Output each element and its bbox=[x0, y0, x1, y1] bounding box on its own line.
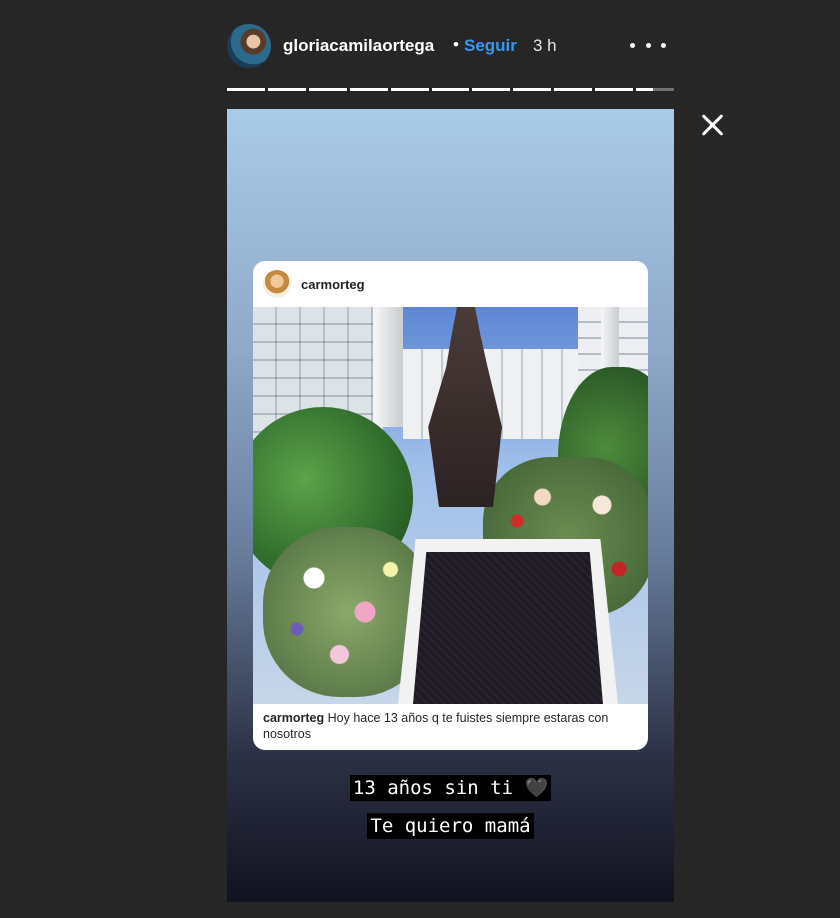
progress-segment bbox=[267, 88, 306, 91]
shared-post-avatar[interactable] bbox=[263, 270, 291, 298]
story-progress-bar bbox=[227, 88, 674, 91]
story-frame[interactable]: carmorteg carmorteg Hoy hace 13 años q t… bbox=[227, 109, 674, 902]
shared-post-photo bbox=[253, 307, 648, 704]
progress-segment bbox=[349, 88, 388, 91]
progress-segment bbox=[513, 88, 552, 91]
progress-segment bbox=[308, 88, 347, 91]
post-time: 3 h bbox=[533, 36, 557, 55]
progress-segment bbox=[554, 88, 593, 91]
text-sticker-2: Te quiero mamá bbox=[227, 813, 674, 839]
progress-segment-current bbox=[636, 88, 674, 91]
shared-post-username[interactable]: carmorteg bbox=[301, 277, 365, 292]
progress-segment bbox=[472, 88, 511, 91]
shared-post-header: carmorteg bbox=[253, 261, 648, 307]
caption-username: carmorteg bbox=[263, 711, 325, 725]
progress-segment bbox=[595, 88, 634, 91]
separator-dot: • bbox=[453, 35, 459, 54]
shared-post-card[interactable]: carmorteg carmorteg Hoy hace 13 años q t… bbox=[253, 261, 648, 750]
shared-post-caption: carmorteg Hoy hace 13 años q te fuistes … bbox=[263, 710, 638, 742]
profile-username[interactable]: gloriacamilaortega bbox=[283, 36, 434, 56]
profile-avatar[interactable] bbox=[227, 24, 271, 68]
progress-segment bbox=[390, 88, 429, 91]
follow-button[interactable]: Seguir bbox=[464, 36, 517, 56]
close-icon[interactable] bbox=[699, 111, 727, 139]
progress-segment bbox=[227, 88, 265, 91]
progress-segment bbox=[431, 88, 470, 91]
text-sticker-1: 13 años sin ti 🖤 bbox=[227, 775, 674, 801]
more-dots-icon[interactable] bbox=[630, 34, 666, 56]
story-header: gloriacamilaortega • Seguir 3 h bbox=[227, 22, 674, 70]
